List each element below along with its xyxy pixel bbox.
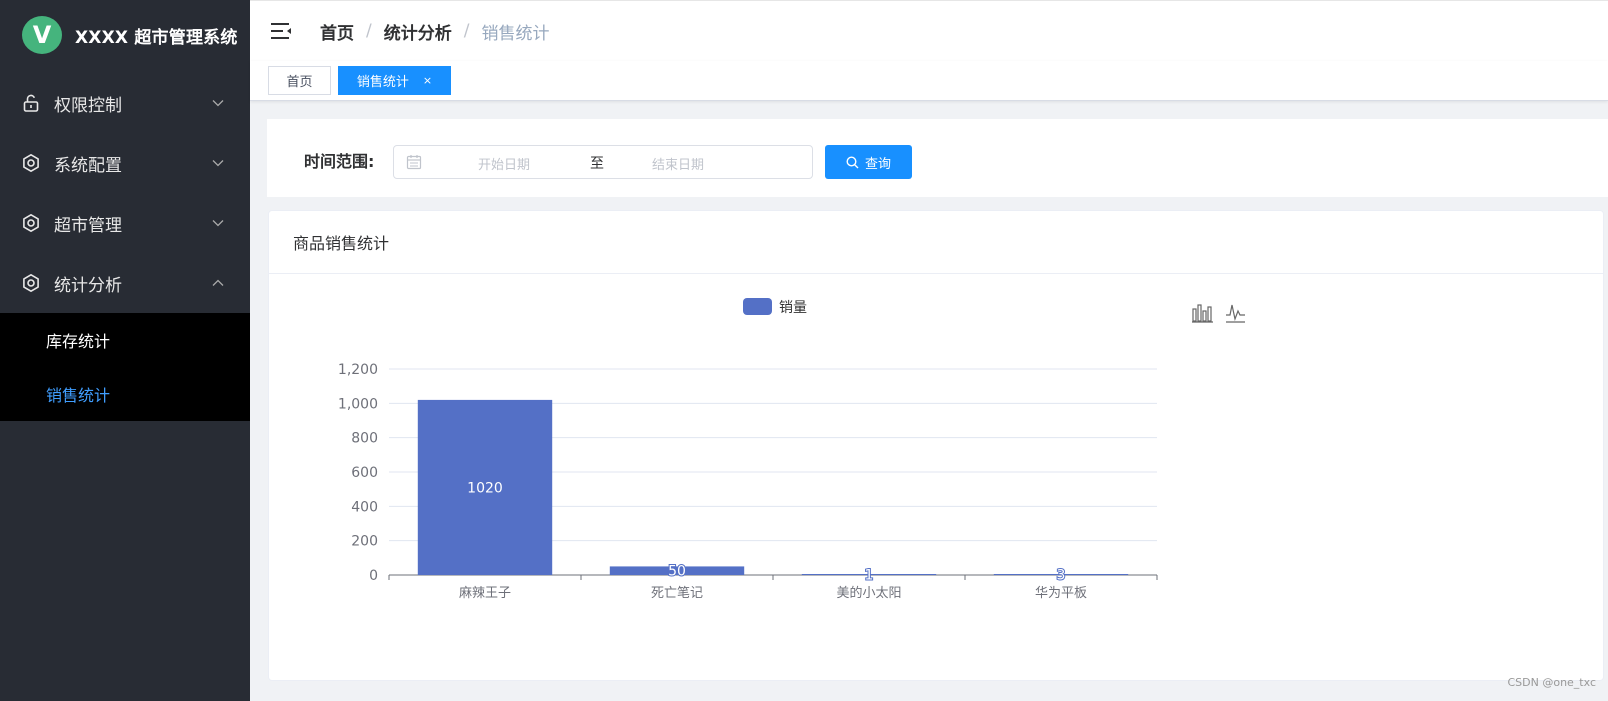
sidebar-item-statistics[interactable]: 统计分析 [0, 253, 250, 313]
gear-icon [20, 272, 42, 294]
app-title: XXXX 超市管理系统 [75, 27, 238, 48]
sidebar-item-permission[interactable]: 权限控制 [0, 73, 250, 133]
breadcrumb-separator: / [366, 21, 372, 41]
start-date-input[interactable]: 开始日期 [444, 154, 564, 173]
line-chart-icon[interactable] [1226, 304, 1245, 323]
breadcrumb-current: 销售统计 [481, 23, 550, 44]
tab-label: 首页 [286, 75, 313, 90]
sidebar-subitem-label: 库存统计 [46, 332, 111, 351]
sidebar-subitem-sales-stats[interactable]: 销售统计 [0, 367, 250, 421]
y-tick-label: 1,200 [338, 362, 378, 378]
bar-data-label: 3 [1057, 568, 1066, 584]
sidebar-item-label: 权限控制 [54, 95, 122, 116]
sidebar-item-label: 统计分析 [54, 275, 122, 296]
y-tick-label: 600 [351, 465, 378, 481]
sidebar-item-supermarket[interactable]: 超市管理 [0, 193, 250, 253]
chevron-down-icon [208, 159, 228, 167]
logo-icon: V [22, 16, 62, 54]
search-icon [846, 155, 859, 169]
chevron-down-icon [208, 99, 228, 107]
y-tick-label: 1,000 [338, 396, 378, 412]
logo-letter: V [32, 21, 52, 49]
calendar-icon [406, 154, 422, 170]
chevron-down-icon [208, 219, 228, 227]
bar-data-label: 1 [865, 568, 874, 584]
query-button[interactable]: 查询 [825, 145, 912, 179]
tab-label: 销售统计 [356, 75, 409, 90]
y-tick-label: 800 [351, 431, 378, 447]
x-tick-label: 华为平板 [1035, 586, 1087, 601]
gear-icon [20, 152, 42, 174]
query-button-label: 查询 [864, 156, 891, 172]
sidebar-item-label: 超市管理 [54, 215, 122, 236]
x-tick-label: 美的小太阳 [836, 585, 901, 601]
breadcrumb: 首页 / 统计分析 / 销售统计 [320, 19, 549, 44]
sidebar-item-label: 系统配置 [54, 155, 122, 176]
tags-view: 首页 销售统计 × [250, 61, 1608, 101]
gear-icon [20, 212, 42, 234]
end-date-input[interactable]: 结束日期 [618, 154, 738, 173]
top-header: 首页 / 统计分析 / 销售统计 [250, 0, 1608, 61]
range-separator: 至 [590, 156, 604, 172]
sales-chart-card: 商品销售统计 0 200 400 600 800 1,000 1,200 1020 麻辣王子 50… [268, 210, 1604, 681]
breadcrumb-home[interactable]: 首页 [320, 19, 354, 44]
close-icon[interactable]: × [423, 74, 432, 87]
sidebar: V XXXX 超市管理系统 权限控制 系统配置 超市管理 统计分析 库存统计 销… [0, 0, 250, 701]
date-range-picker[interactable]: 开始日期 至 结束日期 [393, 145, 813, 179]
sidebar-subitem-inventory-stats[interactable]: 库存统计 [0, 313, 250, 367]
x-tick-label: 麻辣王子 [459, 586, 511, 601]
app-logo[interactable]: V XXXX 超市管理系统 [0, 0, 250, 70]
sidebar-item-system-config[interactable]: 系统配置 [0, 133, 250, 193]
chevron-up-icon [208, 279, 228, 287]
breadcrumb-statistics[interactable]: 统计分析 [384, 19, 452, 44]
submenu-statistics: 库存统计 销售统计 [0, 313, 250, 421]
legend-label[interactable]: 销量 [779, 300, 807, 316]
tab-sales-stats[interactable]: 销售统计 × [338, 66, 451, 95]
unlock-icon [20, 92, 42, 114]
sidebar-subitem-label: 销售统计 [46, 386, 111, 405]
y-tick-label: 200 [351, 534, 378, 550]
date-range-label: 时间范围: [304, 152, 375, 171]
bar-data-label: 50 [668, 564, 686, 580]
breadcrumb-separator: / [463, 21, 470, 41]
filter-form: 时间范围: 开始日期 至 结束日期 查询 [267, 119, 1608, 197]
menu-fold-icon[interactable] [269, 19, 293, 43]
tab-home[interactable]: 首页 [268, 66, 331, 95]
y-tick-label: 0 [369, 568, 378, 584]
bar-data-label: 1020 [467, 480, 503, 496]
y-tick-label: 400 [351, 499, 378, 515]
x-tick-label: 死亡笔记 [651, 585, 703, 601]
watermark: CSDN @one_txc [1507, 676, 1596, 689]
sales-bar-chart: 0 200 400 600 800 1,000 1,200 1020 麻辣王子 50 死亡笔记 1美的… [338, 298, 1245, 601]
bar-chart-icon[interactable] [1192, 304, 1213, 323]
legend-swatch[interactable] [743, 298, 772, 315]
